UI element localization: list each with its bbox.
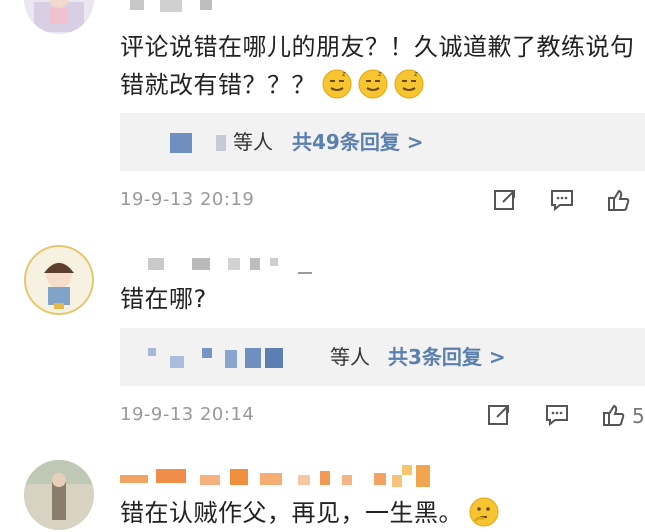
emoji-smirk-icon: z: [322, 69, 352, 99]
share-icon[interactable]: [486, 402, 512, 428]
like-count: 5: [632, 404, 645, 428]
comment-text: 错在哪?: [120, 285, 207, 313]
comment-icon[interactable]: [544, 402, 570, 428]
like-icon[interactable]: [606, 187, 632, 213]
reply-count-link[interactable]: 共49条回复 >: [292, 113, 424, 171]
emoji-thinking-icon: [469, 497, 499, 527]
timestamp: 19-9-13 20:14: [120, 404, 255, 425]
svg-text:z: z: [342, 70, 346, 78]
emoji-smirk-icon: z: [358, 69, 388, 99]
avatar[interactable]: [24, 245, 94, 315]
like-icon[interactable]: [601, 402, 627, 428]
avatar[interactable]: [24, 0, 94, 34]
comment-text: 评论说错在哪儿的朋友？！久诚道歉了教练说句错就改有错？？？ z z z: [120, 33, 635, 99]
reply-names: 等人: [330, 345, 370, 369]
reply-count-link[interactable]: 共3条回复 >: [388, 328, 506, 386]
reply-summary[interactable]: 等人 共49条回复 >: [120, 113, 645, 171]
timestamp: 19-9-13 20:19: [120, 189, 255, 210]
avatar[interactable]: [24, 460, 94, 530]
svg-text:z: z: [378, 70, 382, 78]
reply-summary[interactable]: 等人 共3条回复 >: [120, 328, 645, 386]
svg-text:z: z: [414, 70, 418, 78]
reply-names: 等人: [233, 130, 273, 154]
comment-text: 错在认贼作父，再见，一生黑。: [120, 494, 637, 532]
comment-icon[interactable]: [549, 187, 575, 213]
emoji-smirk-icon: z: [394, 69, 424, 99]
share-icon[interactable]: [492, 187, 518, 213]
